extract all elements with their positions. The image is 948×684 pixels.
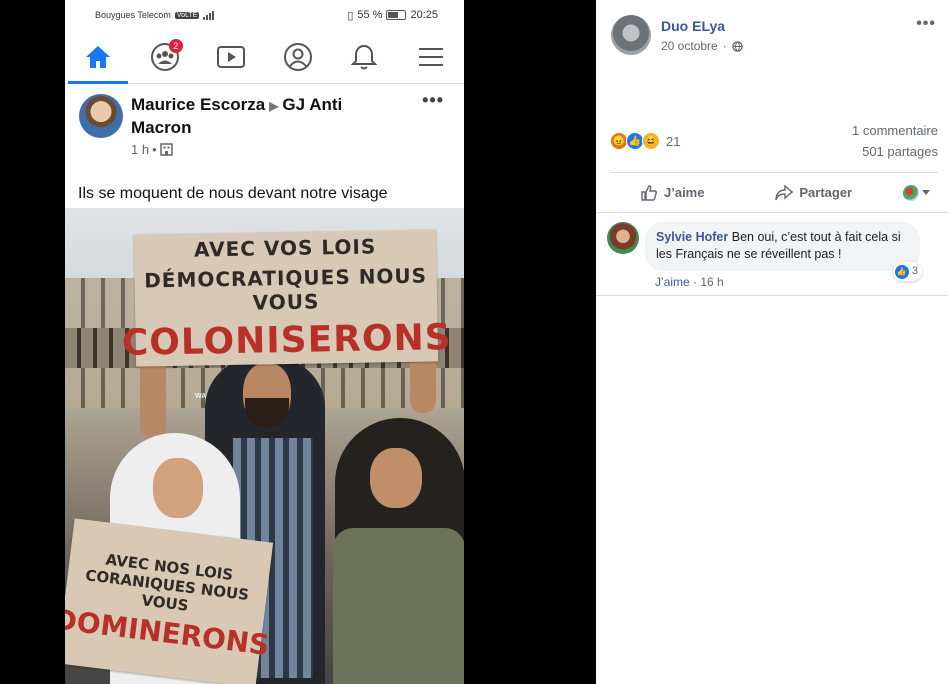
arrow-right-icon: ▶ [269,99,279,113]
post-timestamp: 1 h • [131,142,381,157]
reactions-summary: 😠 👍 😆 21 1 commentaire 501 partages [610,120,938,162]
person-right-face [370,448,422,508]
comments-count[interactable]: 1 commentaire [852,120,938,141]
post-header: Maurice Escorza ▶ GJ Anti Macron 1 h • ••• [65,84,464,157]
protest-sign-top: AVEC VOS LOIS DÉMOCRATIQUES NOUS VOUS CO… [122,229,452,367]
person-right-jacket [333,528,464,684]
haha-reaction-icon: 😆 [642,132,660,150]
person-left-face [153,458,203,518]
comment-time[interactable]: 16 h [700,275,723,289]
nav-profile[interactable] [278,37,318,77]
nav-notifications[interactable] [344,37,384,77]
post-author-line: Maurice Escorza ▶ GJ Anti Macron [131,94,381,138]
protest-sign-bottom: AVEC NOS LOIS CORANIQUES NOUS VOUS DOMIN… [65,518,274,684]
comment-like-link[interactable]: J’aime [655,275,690,289]
share-label: Partager [799,185,853,200]
post-photo[interactable]: WALL STREET AVEC VOS LOIS DÉMOCRATIQUES … [65,208,464,684]
post-date-label[interactable]: 20 octobre [661,39,718,53]
comment-footer-separator: · [689,275,701,289]
divider [596,212,948,213]
panel-header: Duo ELya 20 octobre · ••• [596,0,948,55]
page-avatar[interactable] [611,15,651,55]
bell-icon [351,44,378,69]
post-side-panel: Duo ELya 20 octobre · ••• 😠 👍 😆 21 1 com… [596,0,948,684]
post-author-name[interactable]: Maurice Escorza [131,95,265,114]
status-bar: Bouygues Telecom VoLTE ▯ 55 % 20:25 [65,0,464,30]
globe-icon [731,40,743,52]
screenshot-stage: Bouygues Telecom VoLTE ▯ 55 % 20:25 2 Ma… [0,0,948,684]
post-author-avatar[interactable] [79,94,123,138]
nav-watch[interactable] [211,37,251,77]
more-options-icon[interactable]: ••• [422,90,444,111]
divider [596,295,948,296]
facebook-nav-bar: 2 [65,30,464,84]
vibrate-icon: ▯ [347,9,354,22]
action-bar: J’aime Partager [610,172,938,212]
like-label: J’aime [664,185,705,200]
reaction-icons[interactable]: 😠 👍 😆 21 [610,120,680,162]
commenter-name[interactable]: Sylvie Hofer [656,230,728,244]
share-button[interactable]: Partager [775,184,853,201]
comment-item: Sylvie Hofer Ben oui, c’est tout à fait … [607,222,922,289]
phone-screenshot: Bouygues Telecom VoLTE ▯ 55 % 20:25 2 Ma… [65,0,464,684]
share-icon [775,184,794,200]
clock-label: 20:25 [410,9,438,21]
thumbs-up-icon [641,184,657,201]
comment-bubble: Sylvie Hofer Ben oui, c’est tout à fait … [645,222,922,281]
post-text: Ils se moquent de nous devant notre visa… [78,185,388,202]
home-icon [86,45,111,68]
network-badge: VoLTE [174,11,200,19]
carrier-label: Bouygues Telecom [95,10,171,20]
signal-icon [203,10,215,20]
nav-menu[interactable] [411,37,451,77]
groups-badge: 2 [168,38,183,53]
shares-count[interactable]: 501 partages [852,141,938,162]
watch-icon [217,45,246,68]
like-reaction-icon: 👍 [894,264,909,279]
reaction-count[interactable]: 21 [666,134,680,149]
audience-selector[interactable] [902,184,930,201]
commenter-avatar[interactable] [607,222,639,254]
more-options-icon[interactable]: ••• [916,15,936,33]
comment-reaction-count: 3 [911,265,918,277]
chevron-down-icon [921,190,930,195]
bullet-separator: • [152,142,157,157]
comment-footer: J’aime · 16 h [655,275,920,289]
battery-label: 55 % [357,9,383,21]
sign-top-line3: COLONISERONS [121,316,452,364]
nav-groups[interactable]: 2 [145,37,185,77]
battery-icon [386,10,407,20]
profile-icon [283,42,312,71]
comment-reactions[interactable]: 👍 3 [892,262,922,281]
building-icon [159,143,173,156]
menu-icon [418,47,443,66]
dot-separator: · [722,39,727,53]
post-time-label[interactable]: 1 h [131,142,149,157]
nav-home[interactable] [78,37,118,77]
sign-top-line2: DÉMOCRATIQUES NOUS VOUS [143,263,428,315]
sign-top-line1: AVEC VOS LOIS [193,233,377,262]
post-date: 20 octobre · [661,39,743,53]
page-name[interactable]: Duo ELya [661,18,743,34]
viewer-avatar [902,184,919,201]
like-button[interactable]: J’aime [640,184,704,202]
